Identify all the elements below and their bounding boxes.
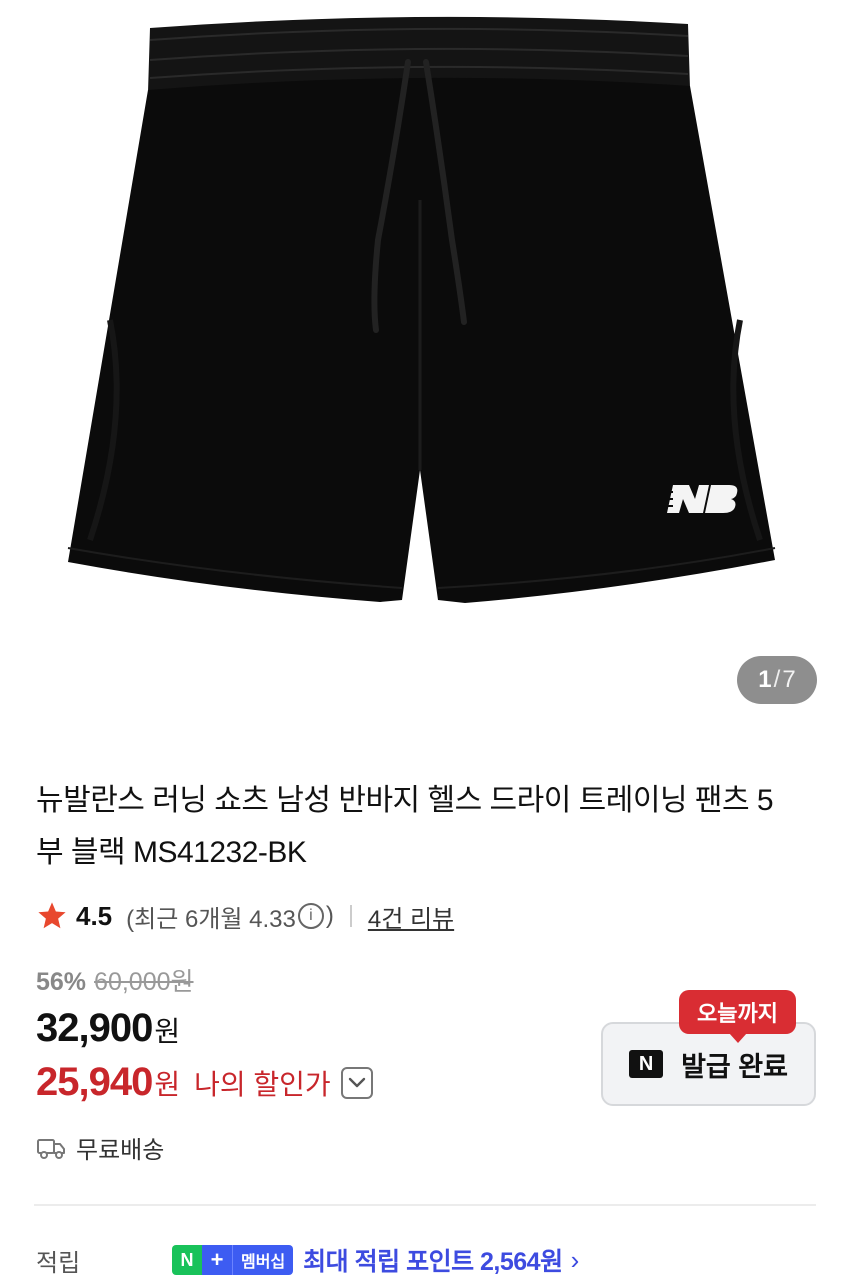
image-counter-current: 1: [758, 666, 772, 693]
sale-price-unit: 원: [154, 1016, 180, 1047]
npay-membership-badge: N + 멤버십: [172, 1245, 294, 1275]
discount-rate: 56%: [36, 968, 87, 996]
coupon-label: 발급 완료: [681, 1051, 788, 1082]
recent-rating-close: ): [325, 902, 334, 929]
original-price: 60,000원: [94, 968, 194, 996]
sale-price: 32,900원: [36, 1006, 180, 1051]
divider: [349, 905, 352, 927]
info-icon[interactable]: i: [297, 903, 324, 929]
rating-row: 4.5 (최근 6개월 4.33 i ) 4건 리뷰: [36, 896, 454, 936]
image-counter: 1 / 7: [737, 656, 817, 704]
recent-rating: (최근 6개월 4.33: [126, 905, 296, 933]
image-counter-separator: /: [773, 666, 781, 693]
my-price-unit: 원: [154, 1068, 181, 1100]
points-label: 적립: [36, 1249, 81, 1277]
chevron-right-icon[interactable]: ›: [571, 1245, 580, 1276]
my-price-row[interactable]: 25,940 원 나의 할인가: [36, 1060, 373, 1105]
product-image: [67, 16, 776, 603]
points-row[interactable]: 적립 N + 멤버십 최대 적립 포인트 2,564원 ›: [36, 1240, 816, 1280]
shipping-row: 무료배송: [36, 1130, 164, 1165]
chevron-down-icon[interactable]: [340, 1066, 373, 1099]
my-price-label: 나의 할인가: [194, 1068, 331, 1100]
section-divider: [34, 1204, 816, 1206]
plus-icon: +: [202, 1245, 232, 1275]
shipping-label: 무료배송: [76, 1137, 165, 1164]
rating-score: 4.5: [76, 900, 113, 931]
my-price-value: 25,940: [36, 1060, 153, 1104]
original-price-row: 56% 60,000원: [36, 962, 194, 998]
naver-n-logo: N: [629, 1050, 664, 1078]
product-title: 뉴발란스 러닝 쇼츠 남성 반바지 헬스 드라이 트레이닝 팬츠 5부 블랙 M…: [36, 784, 774, 869]
npay-n-logo: N: [172, 1245, 202, 1275]
product-image-gallery[interactable]: 1 / 7: [0, 0, 850, 725]
coupon-issued-button[interactable]: N 발급 완료: [601, 1022, 816, 1106]
review-count-link[interactable]: 4건 리뷰: [368, 899, 454, 934]
max-points-text[interactable]: 최대 적립 포인트 2,564원: [303, 1242, 563, 1278]
image-counter-total: 7: [782, 666, 796, 693]
truck-icon: [37, 1138, 65, 1159]
sale-price-value: 32,900: [36, 1006, 153, 1050]
coupon-deadline-tag: 오늘까지: [679, 990, 796, 1043]
membership-label: 멤버십: [232, 1245, 294, 1275]
star-icon: [38, 902, 66, 929]
